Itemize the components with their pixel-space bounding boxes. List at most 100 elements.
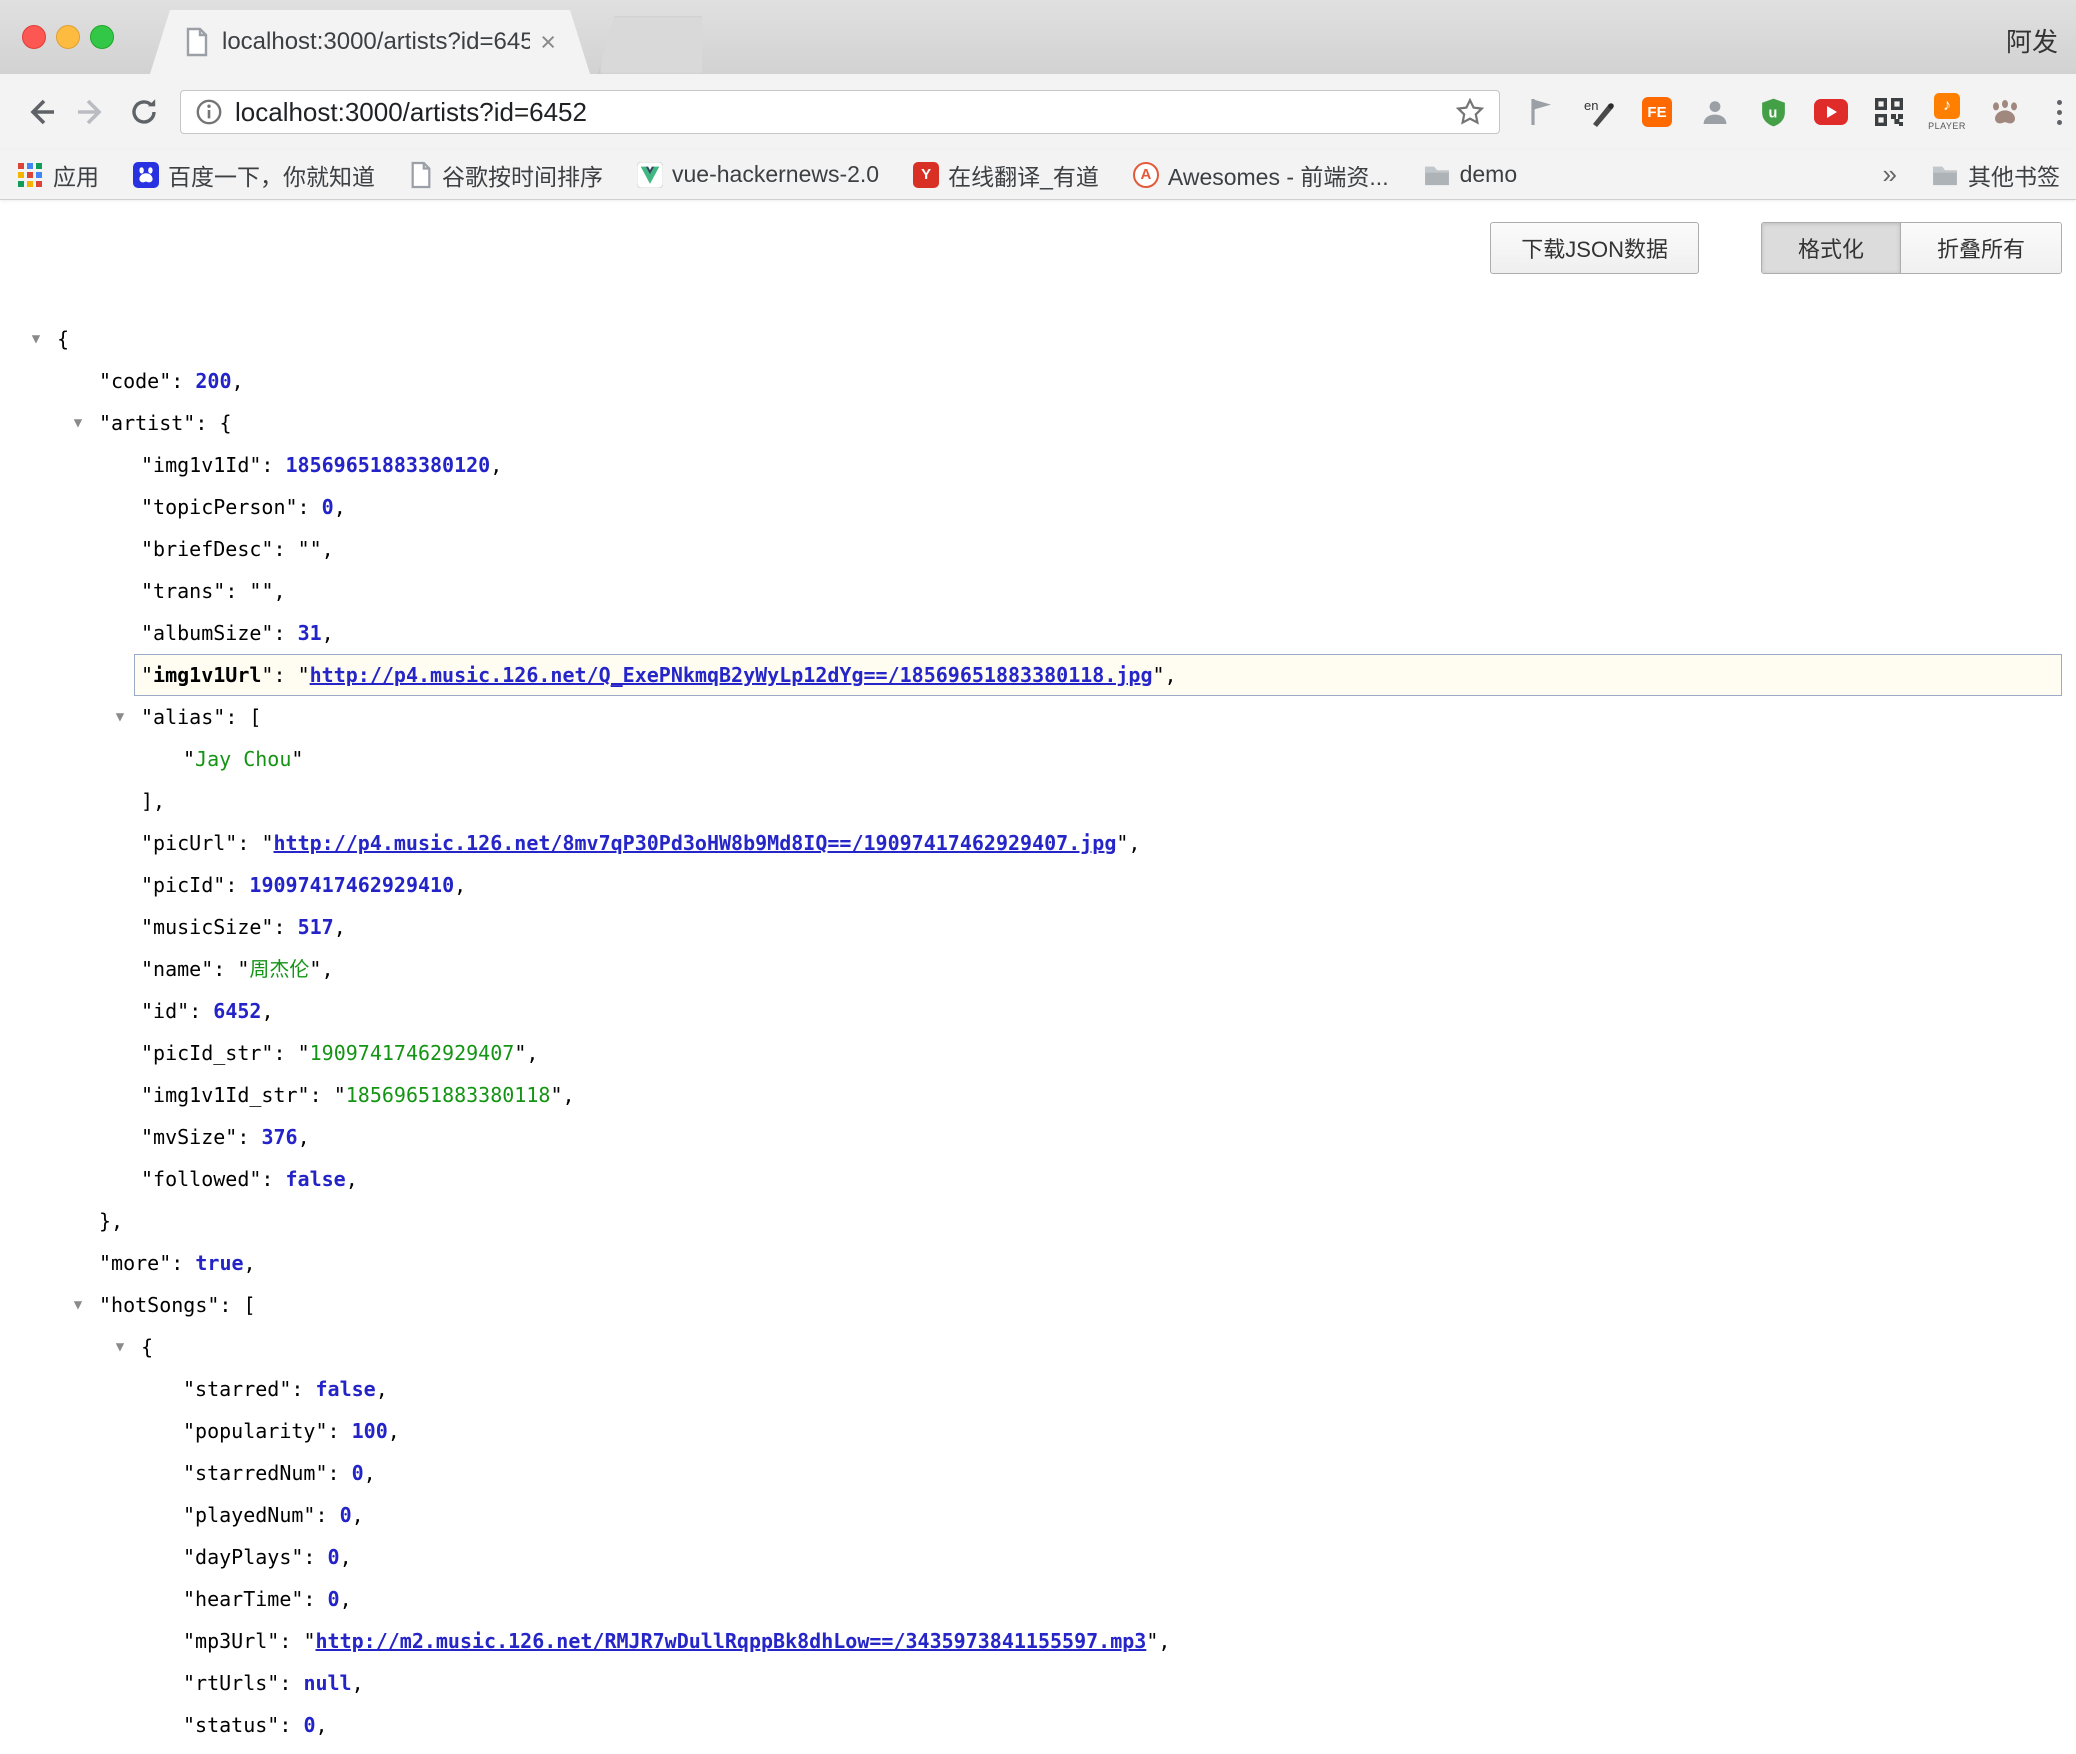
bookmark-label: 谷歌按时间排序 bbox=[442, 158, 603, 192]
window-close-button[interactable] bbox=[22, 25, 46, 49]
page-info-icon[interactable] bbox=[195, 98, 223, 126]
json-punc: : bbox=[171, 369, 195, 393]
shield-extension-icon[interactable]: u bbox=[1754, 88, 1792, 136]
json-line: "starred": false, bbox=[57, 1368, 2076, 1410]
json-punc: " bbox=[249, 453, 261, 477]
bookmark-item-vue-hackernews[interactable]: vue-hackernews-2.0 bbox=[637, 161, 879, 188]
json-line: "musicSize": 517, bbox=[57, 906, 2076, 948]
json-punc: " bbox=[261, 663, 273, 687]
browser-tab[interactable]: localhost:3000/artists?id=645 × bbox=[150, 10, 590, 74]
json-key: playedNum bbox=[195, 1503, 303, 1527]
json-punc: " bbox=[141, 831, 153, 855]
json-line: ▼"hotSongs": [ bbox=[57, 1284, 2076, 1326]
json-punc: " bbox=[141, 999, 153, 1023]
json-punc: " bbox=[279, 1377, 291, 1401]
json-key: dayPlays bbox=[195, 1545, 291, 1569]
bookmark-label: Awesomes - 前端资... bbox=[1168, 158, 1389, 192]
format-button[interactable]: 格式化 bbox=[1762, 223, 1900, 273]
bookmark-item-youdao[interactable]: Y 在线翻译_有道 bbox=[913, 158, 1099, 192]
json-punc: " bbox=[183, 1545, 195, 1569]
json-url-link[interactable]: http://p4.music.126.net/8mv7qP30Pd3oHW8b… bbox=[273, 831, 1116, 855]
json-punc: " bbox=[141, 1125, 153, 1149]
json-punc: " bbox=[310, 537, 322, 561]
json-punc: " bbox=[225, 831, 237, 855]
json-punc: { bbox=[57, 327, 69, 351]
collapse-toggle-icon[interactable]: ▼ bbox=[109, 1326, 131, 1368]
window-zoom-button[interactable] bbox=[90, 25, 114, 49]
bookmarks-overflow-chevron[interactable]: » bbox=[1883, 159, 1897, 190]
json-punc: " bbox=[261, 579, 273, 603]
json-url-link[interactable]: http://m2.music.126.net/RMJR7wDullRqppBk… bbox=[315, 1629, 1146, 1653]
translate-pen-extension-icon[interactable]: en bbox=[1580, 88, 1618, 136]
json-punc: " bbox=[183, 1629, 195, 1653]
json-key: musicSize bbox=[153, 915, 261, 939]
youdao-icon: Y bbox=[913, 162, 939, 188]
json-key: rtUrls bbox=[195, 1671, 267, 1695]
json-punc: : bbox=[303, 1545, 327, 1569]
json-url-link[interactable]: http://p4.music.126.net/Q_ExePNkmqB2yWyL… bbox=[310, 663, 1153, 687]
bookmark-item-baidu[interactable]: 百度一下，你就知道 bbox=[133, 158, 375, 192]
collapse-all-button[interactable]: 折叠所有 bbox=[1900, 223, 2061, 273]
person-extension-icon[interactable] bbox=[1696, 88, 1734, 136]
json-punc: : bbox=[315, 1503, 339, 1527]
json-punc: : bbox=[261, 453, 285, 477]
paw-extension-icon[interactable] bbox=[1986, 88, 2024, 136]
json-key: more bbox=[111, 1251, 159, 1275]
json-punc: " bbox=[183, 1587, 195, 1611]
new-tab-button[interactable] bbox=[598, 16, 702, 74]
json-num: false bbox=[286, 1167, 346, 1191]
json-punc: : bbox=[237, 831, 261, 855]
json-punc: " bbox=[303, 1503, 315, 1527]
collapse-toggle-icon[interactable]: ▼ bbox=[25, 318, 47, 360]
collapse-toggle-icon[interactable]: ▼ bbox=[67, 1284, 89, 1326]
json-punc: " bbox=[183, 1419, 195, 1443]
download-json-button[interactable]: 下载JSON数据 bbox=[1490, 222, 1699, 274]
bookmark-star-icon[interactable] bbox=[1455, 97, 1485, 127]
url-text[interactable]: localhost:3000/artists?id=6452 bbox=[235, 97, 1455, 128]
json-key: starredNum bbox=[195, 1461, 315, 1485]
json-punc: " bbox=[159, 369, 171, 393]
json-key: topicPerson bbox=[153, 495, 285, 519]
json-num: 19097417462929410 bbox=[249, 873, 454, 897]
json-punc: : bbox=[225, 579, 249, 603]
bookmark-item-awesomes[interactable]: A Awesomes - 前端资... bbox=[1133, 158, 1389, 192]
json-num: 0 bbox=[328, 1587, 340, 1611]
json-punc: , bbox=[261, 999, 273, 1023]
json-punc: " bbox=[1116, 831, 1128, 855]
json-num: 517 bbox=[298, 915, 334, 939]
bookmark-item-google-sort[interactable]: 谷歌按时间排序 bbox=[409, 158, 603, 192]
json-punc: " bbox=[291, 1587, 303, 1611]
address-bar[interactable]: localhost:3000/artists?id=6452 bbox=[180, 90, 1500, 134]
json-punc: " bbox=[249, 579, 261, 603]
tab-close-icon[interactable]: × bbox=[540, 29, 556, 56]
tab-strip: localhost:3000/artists?id=645 × 阿发 bbox=[0, 0, 2076, 74]
collapse-toggle-icon[interactable]: ▼ bbox=[67, 402, 89, 444]
json-line: "briefDesc": "", bbox=[57, 528, 2076, 570]
json-punc: : bbox=[310, 1083, 334, 1107]
json-punc: , bbox=[340, 1587, 352, 1611]
json-line: }, bbox=[57, 1200, 2076, 1242]
browser-menu-icon[interactable] bbox=[2044, 88, 2074, 136]
json-punc: : bbox=[328, 1461, 352, 1485]
reload-button[interactable] bbox=[118, 86, 170, 138]
window-minimize-button[interactable] bbox=[56, 25, 80, 49]
bookmark-item-apps[interactable]: 应用 bbox=[16, 158, 99, 192]
collapse-toggle-icon[interactable]: ▼ bbox=[109, 696, 131, 738]
fehelper-extension-icon[interactable]: FE bbox=[1638, 88, 1676, 136]
json-line: ▼{ bbox=[57, 1326, 2076, 1368]
bookmark-item-demo-folder[interactable]: demo bbox=[1423, 161, 1518, 188]
json-key: picId_str bbox=[153, 1041, 261, 1065]
json-line: "albumSize": 31, bbox=[57, 612, 2076, 654]
pennant-extension-icon[interactable] bbox=[1522, 88, 1560, 136]
json-str: 18569651883380118 bbox=[346, 1083, 551, 1107]
youtube-extension-icon[interactable] bbox=[1812, 88, 1850, 136]
qrcode-extension-icon[interactable] bbox=[1870, 88, 1908, 136]
json-punc: " bbox=[298, 1041, 310, 1065]
music-player-extension-icon[interactable]: ♪ PLAYER bbox=[1928, 88, 1966, 136]
back-button[interactable] bbox=[14, 86, 66, 138]
json-punc: " bbox=[303, 1629, 315, 1653]
page-content: 下载JSON数据 格式化 折叠所有 ▼{"code": 200,▼"artist… bbox=[0, 200, 2076, 1754]
forward-button[interactable] bbox=[66, 86, 118, 138]
json-line: ▼"alias": [ bbox=[57, 696, 2076, 738]
other-bookmarks-folder[interactable]: 其他书签 bbox=[1931, 158, 2060, 192]
